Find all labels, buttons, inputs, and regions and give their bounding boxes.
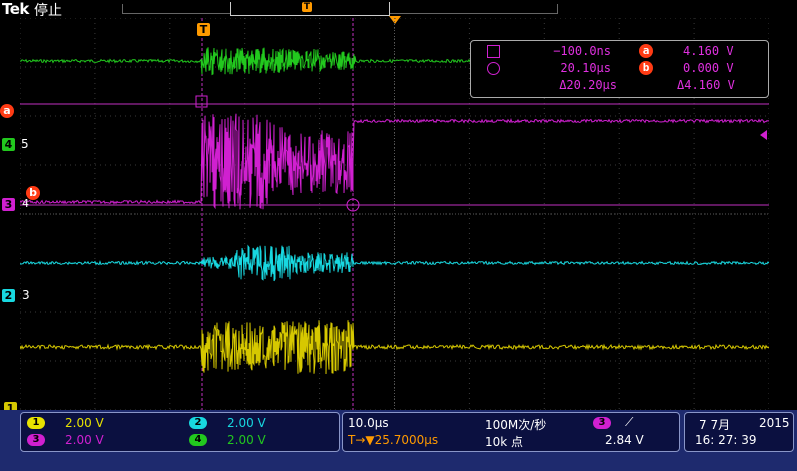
trigger-level: 2.84 V — [605, 433, 644, 447]
trigger-marker-icon[interactable]: T — [197, 23, 210, 36]
run-state: 停止 — [34, 3, 62, 19]
cursor-a-time: −100.0ns — [553, 44, 611, 58]
trigger-source-chip: 3 — [593, 417, 611, 429]
cursor-a-voltage: 4.160 V — [683, 44, 734, 58]
ch1-chip: 1 — [27, 417, 45, 429]
ch2-scale: 2.00 V — [227, 416, 266, 430]
channel-scale-panel[interactable]: 1 2.00 V 3 2.00 V 2 2.00 V 4 2.00 V — [20, 412, 340, 452]
ch3-marker[interactable]: 3 — [2, 198, 15, 211]
ch3-scale: 2.00 V — [65, 433, 104, 447]
cursor-b-time: 20.10µs — [560, 61, 611, 75]
record-length: 10k 点 — [485, 435, 524, 449]
ch4-marker[interactable]: 4 — [2, 138, 15, 151]
ch4-scale: 2.00 V — [227, 433, 266, 447]
horizontal-scale: 10.0µs — [348, 416, 389, 430]
year: 2015 — [759, 416, 790, 430]
ch2-scale-label: 3 — [22, 288, 30, 302]
ch2-marker[interactable]: 2 — [2, 289, 15, 302]
timebase-panel[interactable]: 10.0µs T→▼25.7000µs 100M次/秒 10k 点 3 ⟋ 2.… — [342, 412, 680, 452]
time: 16: 27: 39 — [695, 433, 757, 447]
cursor-readout: −100.0ns a 4.160 V 20.10µs b 0.000 V Δ20… — [470, 40, 769, 98]
date: 7 7月 — [699, 418, 731, 432]
trigger-position: T→▼25.7000µs — [348, 433, 439, 447]
cursor-b-voltage: 0.000 V — [683, 61, 734, 75]
ch3-offset-arrow — [760, 130, 767, 140]
delta-voltage: Δ4.160 V — [677, 78, 735, 92]
top-status-bar: Tek 停止 T — [0, 0, 797, 24]
sample-rate: 100M次/秒 — [485, 418, 547, 432]
brand-logo: Tek — [2, 0, 29, 18]
cursor-a-icon[interactable]: a — [0, 104, 14, 118]
trigger-slope-icon: ⟋ — [625, 415, 634, 429]
ch3-chip: 3 — [27, 434, 45, 446]
cursor-a-square-icon — [487, 45, 500, 58]
ch4-scale-label: 5 — [21, 137, 29, 151]
bottom-status-bar: 1 2.00 V 3 2.00 V 2 2.00 V 4 2.00 V 10.0… — [0, 410, 797, 471]
cursor-a-badge-icon: a — [639, 44, 653, 58]
ch2-chip: 2 — [189, 417, 207, 429]
cursor-b-circle-icon — [487, 62, 500, 75]
record-view-window[interactable]: T — [230, 2, 390, 16]
ch4-chip: 4 — [189, 434, 207, 446]
record-trigger-icon: T — [302, 2, 312, 12]
cursor-b-badge-icon: b — [639, 61, 653, 75]
delta-time: Δ20.20µs — [559, 78, 617, 92]
datetime-panel: 7 7月 2015 16: 27: 39 — [684, 412, 794, 452]
ch3-scale-label: 4 — [22, 197, 29, 210]
ch1-scale: 2.00 V — [65, 416, 104, 430]
